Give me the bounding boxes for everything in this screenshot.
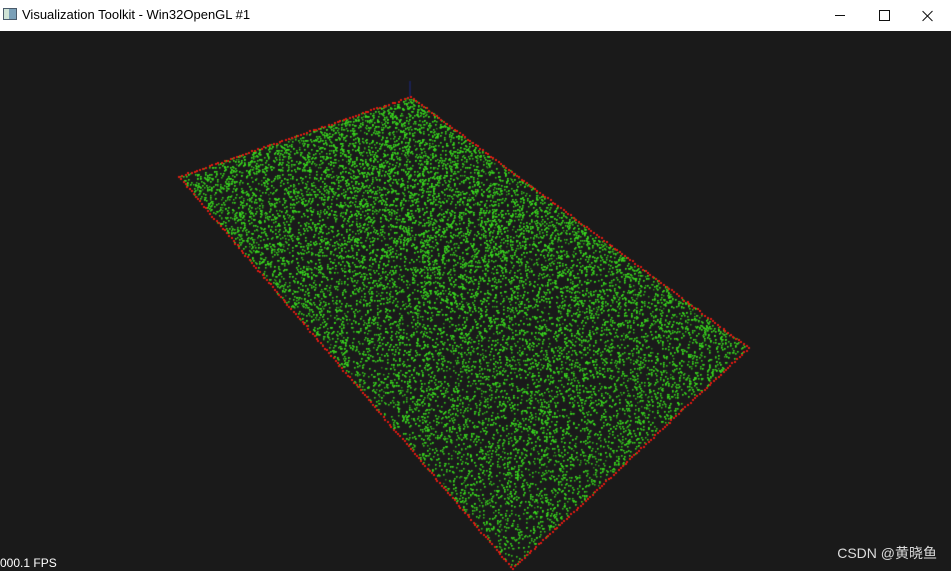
window-title: Visualization Toolkit - Win32OpenGL #1	[22, 7, 251, 22]
vtk-app-icon	[3, 8, 17, 20]
maximize-button[interactable]	[861, 0, 907, 31]
close-icon	[922, 10, 934, 22]
point-cloud-plane[interactable]	[0, 31, 951, 571]
minimize-icon	[835, 15, 845, 16]
watermark-text: CSDN @黄晓鱼	[837, 545, 937, 561]
render-viewport[interactable]: 000.1 FPS CSDN @黄晓鱼	[0, 31, 951, 571]
maximize-icon	[878, 10, 890, 21]
title-bar[interactable]: Visualization Toolkit - Win32OpenGL #1	[0, 0, 951, 31]
fps-counter: 000.1 FPS	[0, 556, 57, 570]
minimize-button[interactable]	[817, 0, 863, 31]
close-button[interactable]	[905, 0, 951, 31]
vtk-render-window: Visualization Toolkit - Win32OpenGL #1 0…	[0, 0, 951, 571]
